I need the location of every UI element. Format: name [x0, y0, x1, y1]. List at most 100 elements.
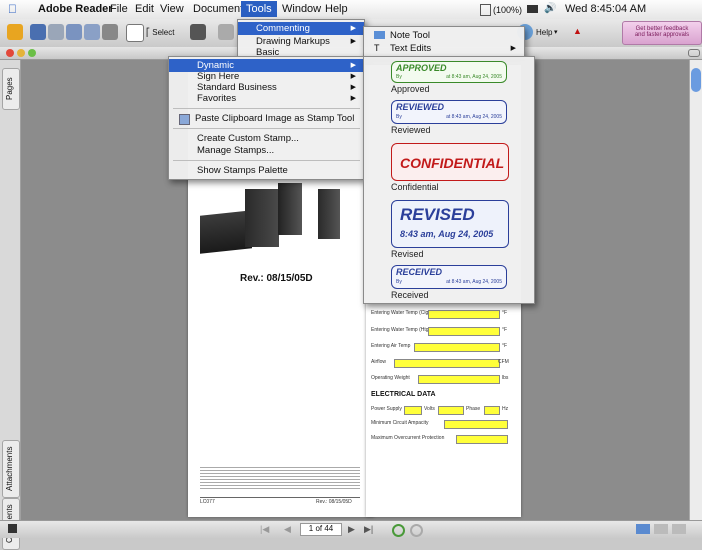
- hand-tool-icon[interactable]: [126, 24, 144, 42]
- stamp-received[interactable]: RECEIVED By at 8:43 am, Aug 24, 2005: [391, 265, 507, 289]
- menu-item-paste-clipboard[interactable]: Paste Clipboard Image as Stamp Tool: [169, 112, 364, 125]
- note-icon: [374, 31, 385, 39]
- field-unit-airflow: CFM: [498, 359, 509, 365]
- menubar-clock[interactable]: Wed 8:45:04 AM: [565, 3, 646, 15]
- menu-item-text-edits[interactable]: T Text Edits ▶: [364, 42, 524, 55]
- status-bar: |◀ ◀ 1 of 44 ▶ ▶|: [0, 520, 702, 538]
- menu-tools[interactable]: Tools: [241, 1, 277, 17]
- page-number-field[interactable]: 1 of 44: [300, 523, 342, 536]
- app-menu[interactable]: Adobe Reader: [38, 3, 113, 15]
- field-ewt-htg[interactable]: [428, 327, 500, 336]
- menu-view[interactable]: View: [160, 3, 184, 15]
- volume-icon[interactable]: 🔊: [544, 3, 556, 14]
- save-icon[interactable]: [30, 24, 46, 40]
- submenu-arrow-icon: ▶: [510, 45, 516, 52]
- help-chevron-icon[interactable]: ▾: [554, 28, 558, 36]
- field-label-airflow: Airflow: [371, 359, 387, 365]
- print-icon[interactable]: [66, 24, 82, 40]
- menu-item-label: Text Edits: [390, 43, 432, 54]
- zoom-icon[interactable]: [218, 24, 234, 40]
- stamp-time: 8:43 am, Aug 24, 2005: [400, 229, 494, 239]
- menu-item-basic[interactable]: Basic: [238, 46, 364, 56]
- field-label-ewt-clg: Entering Water Temp (Clg): [371, 310, 430, 316]
- footer-rule: [200, 497, 360, 498]
- menu-document[interactable]: Document: [193, 3, 243, 15]
- select-tool-button[interactable]: ⎡ Select: [146, 28, 174, 37]
- snapshot-icon[interactable]: [190, 24, 206, 40]
- scroll-thumb[interactable]: [691, 68, 701, 92]
- last-page-icon[interactable]: ▶|: [364, 524, 373, 535]
- promo-banner[interactable]: Get better feedback and faster approvals: [622, 21, 702, 45]
- create-pdf-icon[interactable]: [7, 24, 23, 40]
- stamp-approved[interactable]: APPROVED By at 8:43 am, Aug 24, 2005: [391, 61, 507, 83]
- menu-item-label: Note Tool: [390, 30, 430, 41]
- first-page-icon[interactable]: |◀: [260, 524, 269, 535]
- field-eat[interactable]: [414, 343, 500, 352]
- menu-window[interactable]: Window: [282, 3, 321, 15]
- menu-item-manage-stamps[interactable]: Manage Stamps...: [169, 144, 364, 157]
- next-page-icon[interactable]: ▶: [348, 524, 355, 535]
- field-airflow[interactable]: [394, 359, 500, 368]
- stamp-label-confidential: Confidential: [391, 182, 439, 192]
- find-icon[interactable]: [102, 24, 118, 40]
- stamp-time: at 8:43 am, Aug 24, 2005: [446, 74, 502, 80]
- field-power-supply[interactable]: [404, 406, 422, 415]
- hz-label: Hz: [502, 406, 509, 412]
- field-weight[interactable]: [418, 375, 500, 384]
- stamp-title: CONFIDENTIAL: [400, 155, 505, 171]
- go-forward-icon[interactable]: [410, 524, 423, 537]
- min-circuit-label: Minimum Circuit Ampacity: [371, 420, 429, 426]
- stamps-submenu: Dynamic ▶ Sign Here ▶ Standard Business ▶ F…: [168, 56, 365, 180]
- field-unit-eat: °F: [502, 343, 508, 349]
- field-ewt-clg[interactable]: [428, 310, 500, 319]
- stamp-revised[interactable]: REVISED 8:43 am, Aug 24, 2005: [391, 200, 509, 248]
- footer-left: LC077: [200, 499, 215, 505]
- email-icon[interactable]: [48, 24, 64, 40]
- tab-attachments[interactable]: Attachments: [2, 440, 20, 498]
- toolbar-toggle-icon[interactable]: [688, 49, 700, 57]
- adobe-logo-icon[interactable]: ▲: [573, 26, 582, 36]
- menu-item-label: Create Custom Stamp...: [197, 133, 299, 144]
- email-send-icon[interactable]: [84, 24, 100, 40]
- previous-page-icon[interactable]: ◀: [284, 524, 291, 535]
- facing-icon[interactable]: [672, 524, 686, 534]
- apple-menu-icon[interactable]: : [8, 2, 17, 16]
- stamp-label-approved: Approved: [391, 84, 430, 94]
- continuous-icon[interactable]: [654, 524, 668, 534]
- page-layout-icon[interactable]: [8, 524, 17, 533]
- fine-print: [200, 465, 360, 491]
- stamp-title: APPROVED: [396, 63, 447, 73]
- field-volts[interactable]: [438, 406, 464, 415]
- menu-item-commenting[interactable]: Commenting ▶: [238, 22, 364, 35]
- display-icon[interactable]: [480, 4, 491, 16]
- text-edits-icon: T: [374, 43, 380, 53]
- stamp-confidential[interactable]: CONFIDENTIAL: [391, 143, 509, 181]
- minimize-window-icon[interactable]: [17, 49, 25, 57]
- help-button[interactable]: Help: [536, 28, 552, 37]
- field-unit-ewt-clg: °F: [502, 310, 508, 316]
- menu-item-label: Basic: [256, 47, 280, 56]
- stamp-label-received: Received: [391, 290, 429, 300]
- stamp-reviewed[interactable]: REVIEWED By at 8:43 am, Aug 24, 2005: [391, 100, 507, 124]
- menubar:  Adobe Reader File Edit View Document T…: [0, 0, 702, 20]
- menu-help[interactable]: Help: [325, 3, 348, 15]
- product-image: [200, 175, 350, 255]
- menu-separator: [173, 160, 360, 161]
- menu-item-stamps-palette[interactable]: Show Stamps Palette: [169, 164, 364, 177]
- single-page-icon[interactable]: [636, 524, 650, 534]
- battery-icon[interactable]: [527, 5, 538, 13]
- field-label-ewt-htg: Entering Water Temp (Htg): [371, 327, 431, 333]
- close-window-icon[interactable]: [6, 49, 14, 57]
- vertical-scrollbar[interactable]: [689, 60, 702, 520]
- field-min-circuit[interactable]: [444, 420, 508, 429]
- tab-pages[interactable]: Pages: [2, 68, 20, 110]
- zoom-window-icon[interactable]: [28, 49, 36, 57]
- menu-item-favorites[interactable]: Favorites ▶: [169, 92, 364, 105]
- menu-item-note-tool[interactable]: Note Tool: [364, 29, 524, 42]
- menu-file[interactable]: File: [110, 3, 128, 15]
- field-max-overcurrent[interactable]: [456, 435, 508, 444]
- menu-edit[interactable]: Edit: [135, 3, 154, 15]
- go-back-icon[interactable]: [392, 524, 405, 537]
- stamp-by: By: [396, 279, 402, 285]
- field-phase[interactable]: [484, 406, 500, 415]
